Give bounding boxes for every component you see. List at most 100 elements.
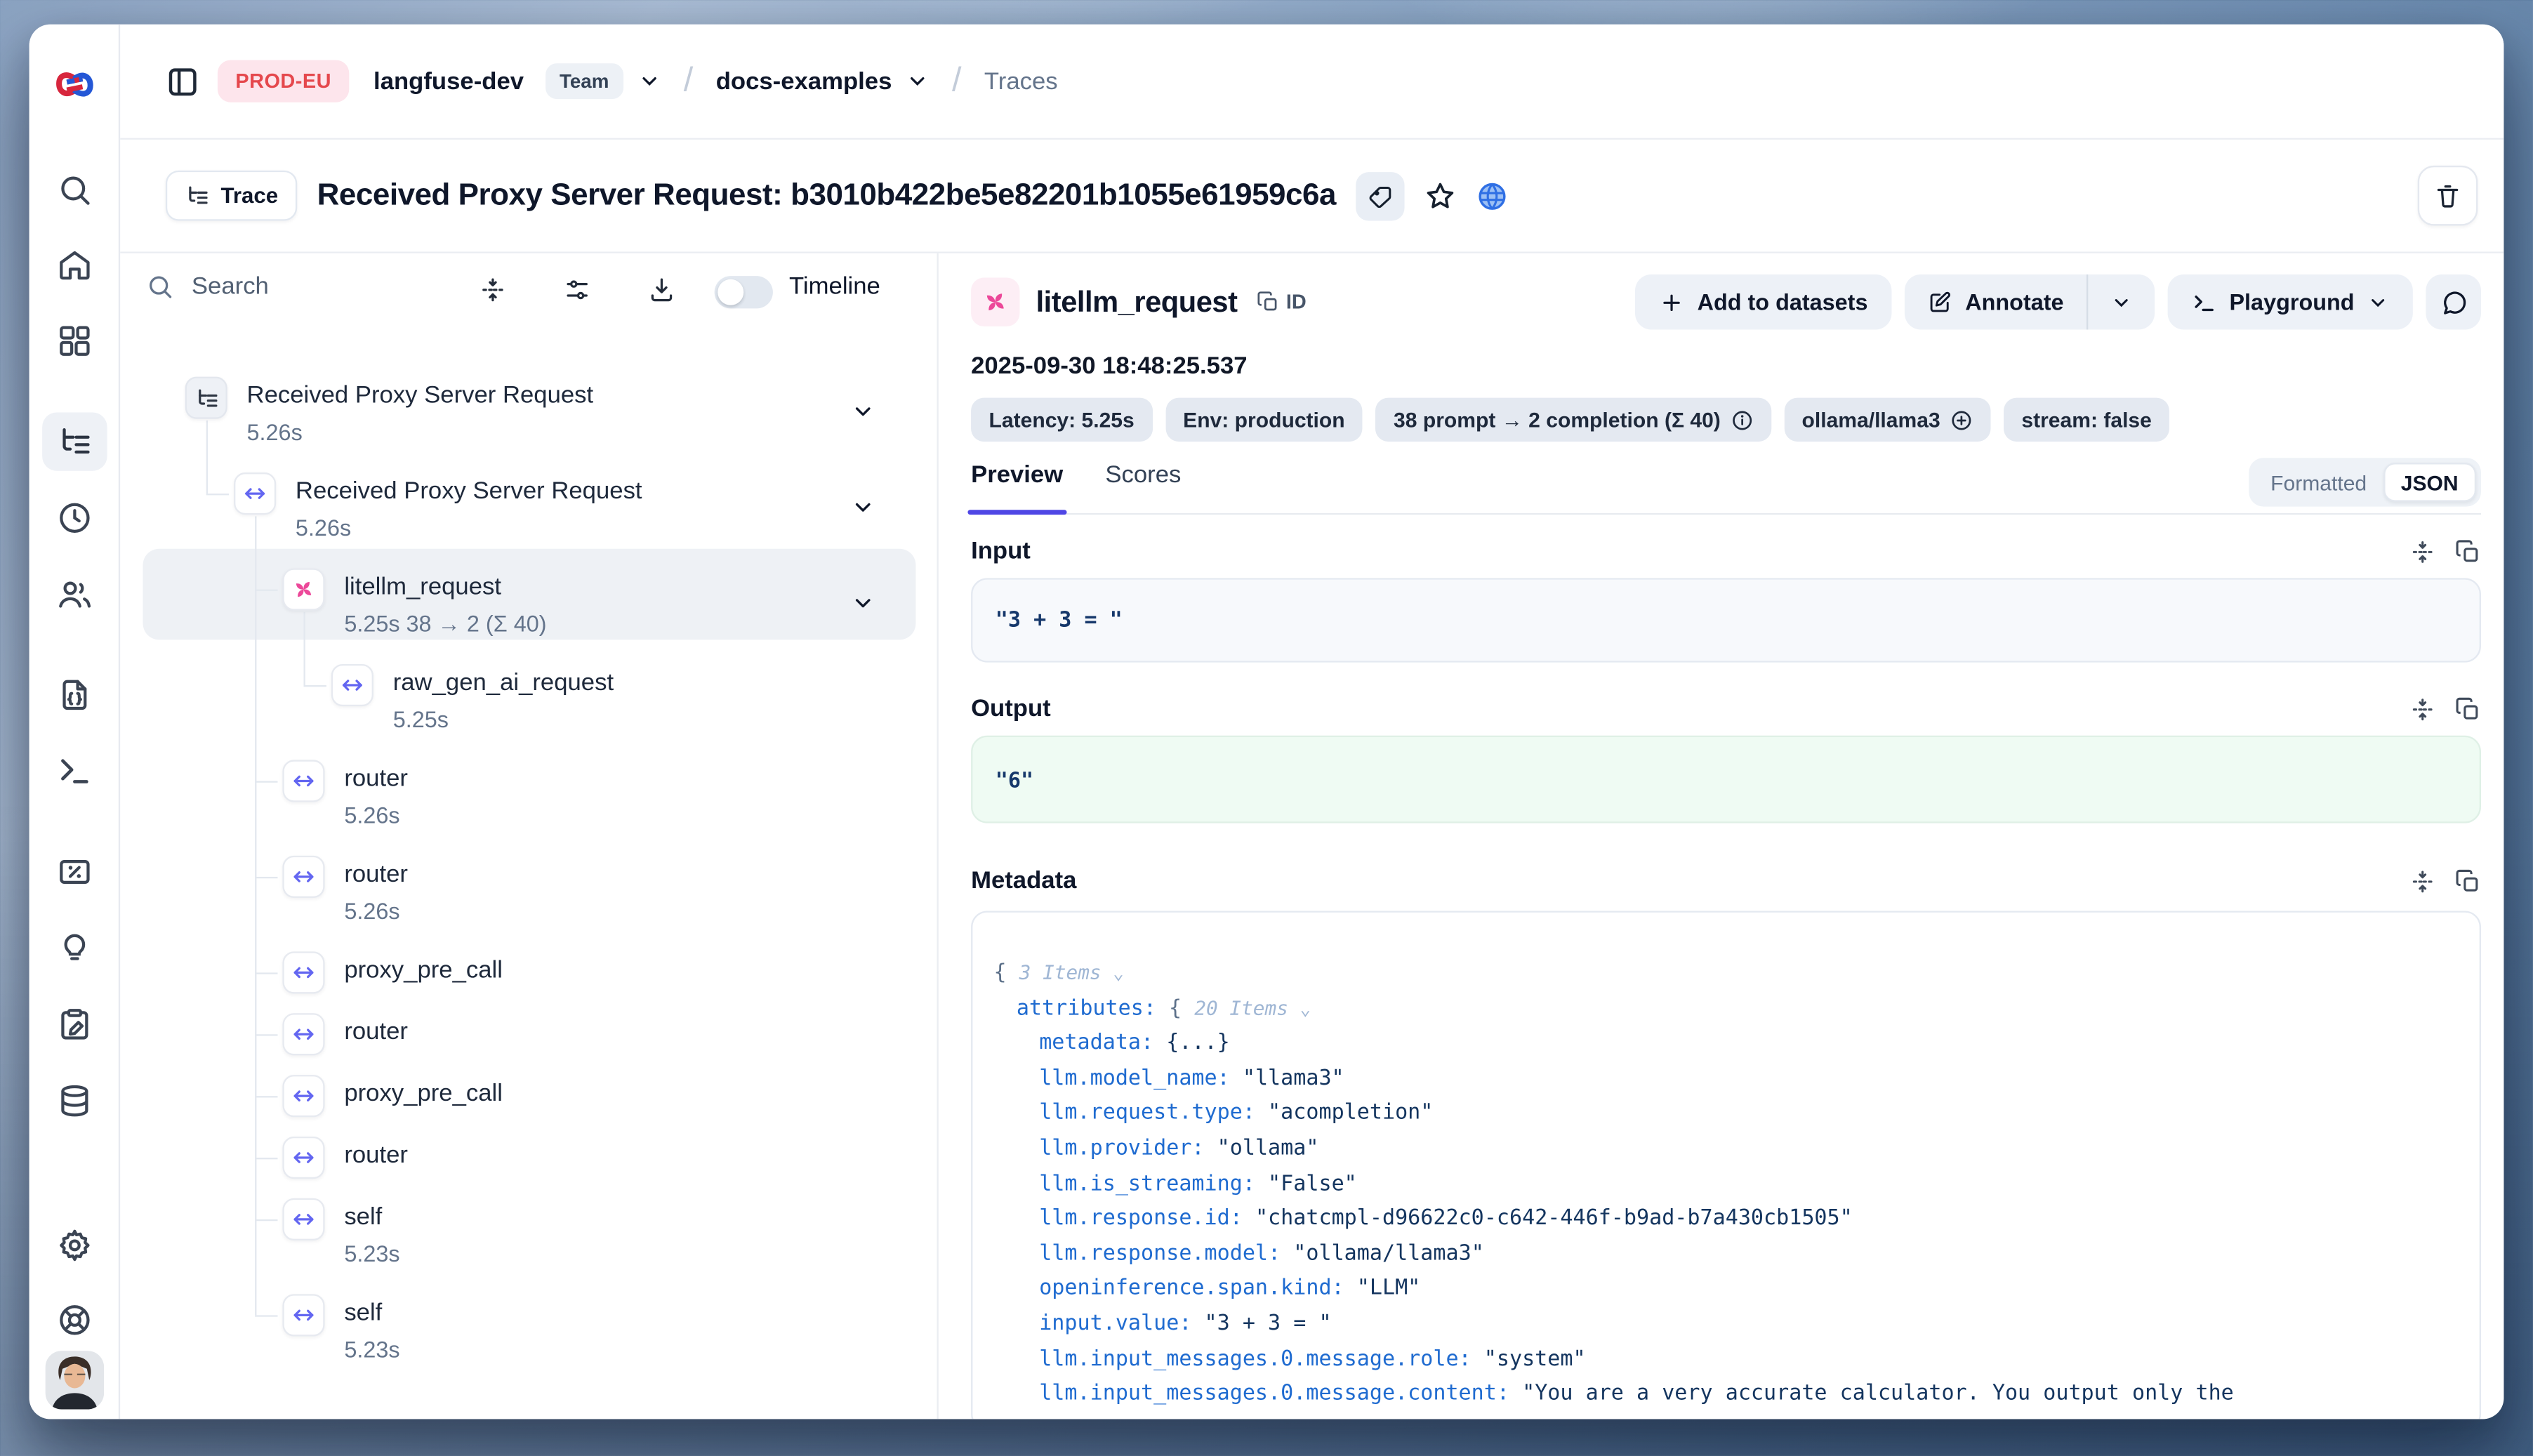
badge-text: stream: false <box>2021 408 2152 432</box>
copy-icon[interactable] <box>2455 538 2481 564</box>
toggle-knob <box>717 279 743 305</box>
annotate-button-group: Annotate <box>1905 274 2155 330</box>
json-line: llm.provider: "ollama" <box>993 1132 2450 1167</box>
download-icon <box>648 276 675 303</box>
tree-node-metrics: 5.25s <box>393 706 449 732</box>
search-icon <box>56 172 92 208</box>
json-collapse-chevron[interactable]: ⌄ <box>1113 963 1123 984</box>
chevron-down-icon <box>638 70 661 92</box>
sidebar-item-datasets[interactable] <box>56 1083 92 1119</box>
terminal-icon <box>56 753 92 789</box>
json-brace: { <box>1169 996 1194 1021</box>
grid-icon <box>56 323 92 359</box>
org-name[interactable]: langfuse-dev <box>373 67 524 95</box>
project-switcher-chevron[interactable] <box>906 70 929 92</box>
format-option-json[interactable]: JSON <box>2383 463 2476 502</box>
sidebar-item-settings[interactable] <box>56 1227 92 1263</box>
tree-node-label: litellm_request <box>344 573 501 600</box>
sidebar-item-insights[interactable] <box>56 930 92 966</box>
sidebar-item-dashboards[interactable] <box>56 323 92 359</box>
tree-settings-button[interactable] <box>564 276 591 303</box>
observation-header: litellm_request ID Add to datasets Annot… <box>971 273 2481 331</box>
breadcrumb-section[interactable]: Traces <box>984 67 1058 95</box>
project-name[interactable]: docs-examples <box>716 67 892 95</box>
observation-timestamp: 2025-09-30 18:48:25.537 <box>971 352 2481 380</box>
sidebar-item-prompts[interactable] <box>56 677 92 713</box>
json-value: "You are a very accurate calculator. You… <box>1522 1382 2234 1406</box>
copy-icon[interactable] <box>2455 868 2481 894</box>
sidebar-item-search[interactable] <box>56 172 92 208</box>
sidebar-item-playground[interactable] <box>56 753 92 789</box>
copy-id-button[interactable]: ID <box>1257 291 1307 313</box>
breadcrumb-separator: / <box>684 62 694 101</box>
json-item-count: 20 Items <box>1194 996 1299 1019</box>
tags-button[interactable] <box>1356 171 1404 220</box>
json-line: llm.response.id: "chatcmpl-d96622c0-c642… <box>993 1202 2450 1237</box>
org-switcher-chevron[interactable] <box>638 70 661 92</box>
tree-node-proxy-pre-call[interactable]: proxy_pre_call <box>120 951 937 1000</box>
sidebar-item-users[interactable] <box>56 576 92 612</box>
top-navigation: PROD-EU langfuse-dev Team / docs-example… <box>120 25 2504 140</box>
collapse-section-icon[interactable] <box>2409 538 2435 564</box>
chevron-down-icon[interactable] <box>851 399 875 424</box>
info-icon[interactable] <box>1731 409 1753 431</box>
sidebar-item-tracing-active[interactable] <box>42 412 107 470</box>
app-logo[interactable] <box>52 63 95 107</box>
observation-badge[interactable]: 38 prompt → 2 completion (Σ 40) <box>1376 398 1771 442</box>
tree-node-received-proxy-server-request[interactable]: Received Proxy Server Request5.26s <box>120 472 937 564</box>
tree-node-router[interactable]: router <box>120 1013 937 1061</box>
sidebar-item-annotation-queues[interactable] <box>56 1007 92 1043</box>
comments-button[interactable] <box>2426 274 2481 330</box>
input-code: "3 + 3 = " <box>996 609 1123 633</box>
json-value: "acompletion" <box>1268 1101 1433 1126</box>
sidebar-item-support[interactable] <box>56 1302 92 1338</box>
json-line: input.value: "3 + 3 = " <box>993 1307 2450 1342</box>
sidebar-item-sessions[interactable] <box>56 500 92 536</box>
span-icon <box>282 951 324 993</box>
collapse-vertical-icon <box>479 276 506 303</box>
tree-node-self[interactable]: self5.23s <box>120 1294 937 1385</box>
json-key: openinference.span.kind: <box>1039 1277 1357 1302</box>
user-avatar[interactable] <box>45 1351 103 1409</box>
json-item-count: 3 Items <box>1019 961 1113 984</box>
observation-badge[interactable]: ollama/llama3 <box>1784 398 1990 442</box>
bookmark-star-button[interactable] <box>1424 180 1456 212</box>
tree-node-proxy-pre-call[interactable]: proxy_pre_call <box>120 1075 937 1123</box>
plus-circle-icon[interactable] <box>1950 409 1973 431</box>
collapse-section-icon[interactable] <box>2409 696 2435 722</box>
timeline-toggle[interactable] <box>715 276 773 308</box>
public-visibility-button[interactable] <box>1476 180 1508 212</box>
copy-icon[interactable] <box>2455 696 2481 722</box>
format-option-formatted[interactable]: Formatted <box>2254 463 2383 502</box>
annotate-dropdown-button[interactable] <box>2088 274 2155 330</box>
delete-trace-button[interactable] <box>2418 166 2478 226</box>
tab-scores[interactable]: Scores <box>1105 461 1181 513</box>
tree-search-input[interactable]: Search <box>146 273 269 300</box>
tree-node-router[interactable]: router5.26s <box>120 760 937 851</box>
tree-node-self[interactable]: self5.23s <box>120 1198 937 1290</box>
tree-node-received-proxy-server-request[interactable]: Received Proxy Server Request5.26s <box>120 377 937 468</box>
tab-preview[interactable]: Preview <box>971 461 1063 513</box>
json-brace: { <box>993 961 1019 986</box>
tree-node-raw-gen-ai-request[interactable]: raw_gen_ai_request5.25s <box>120 664 937 755</box>
json-collapse-chevron[interactable]: ⌄ <box>1300 998 1311 1019</box>
download-button[interactable] <box>648 276 675 303</box>
annotate-button[interactable]: Annotate <box>1905 274 2086 330</box>
playground-button[interactable]: Playground <box>2168 274 2413 330</box>
tree-node-router[interactable]: router5.26s <box>120 856 937 947</box>
sidebar-toggle-button[interactable] <box>166 64 200 98</box>
add-to-datasets-button[interactable]: Add to datasets <box>1636 274 1892 330</box>
observation-badge: stream: false <box>2004 398 2169 442</box>
sidebar-item-home[interactable] <box>56 247 92 283</box>
metadata-json-viewer[interactable]: { 3 Items ⌄attributes: { 20 Items ⌄metad… <box>971 911 2481 1419</box>
tree-node-router[interactable]: router <box>120 1137 937 1185</box>
tree-node-litellm-request[interactable]: litellm_request5.25s 38 → 2 (Σ 40) <box>120 568 937 659</box>
collapse-section-icon[interactable] <box>2409 868 2435 894</box>
collapse-all-button[interactable] <box>479 276 506 303</box>
sidebar-item-evaluations[interactable] <box>56 854 92 890</box>
chevron-down-icon[interactable] <box>851 495 875 519</box>
chevron-down-icon[interactable] <box>851 591 875 616</box>
json-line: llm.input_messages.0.message.role: "syst… <box>993 1342 2450 1377</box>
terminal-icon <box>2192 290 2216 315</box>
json-key: llm.model_name: <box>1039 1066 1243 1091</box>
